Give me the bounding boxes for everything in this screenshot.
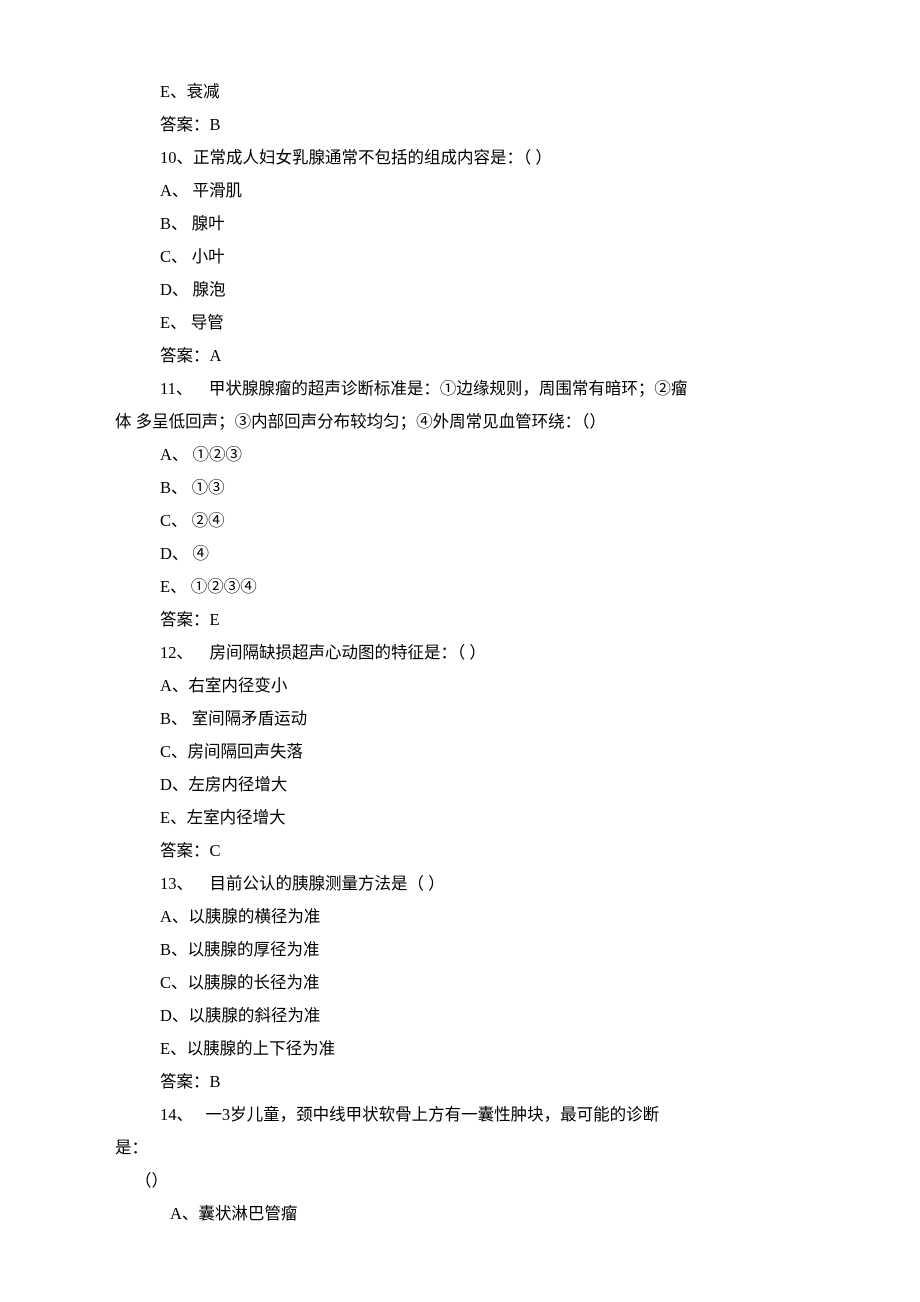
text-line: C、 小叶 (115, 240, 805, 273)
text-line: B、 ①③ (115, 471, 805, 504)
text-line: E、左室内径增大 (115, 801, 805, 834)
text-line: A、以胰腺的横径为准 (115, 900, 805, 933)
text-line: 是： (115, 1131, 805, 1164)
text-line: E、 ①②③④ (115, 570, 805, 603)
text-line: 答案：E (115, 603, 805, 636)
text-line: D、以胰腺的斜径为准 (115, 999, 805, 1032)
text-line: （） (115, 1164, 805, 1197)
document-page: E、衰减答案：B10、正常成人妇女乳腺通常不包括的组成内容是：（ ）A、 平滑肌… (0, 0, 920, 1290)
text-line: 11、 甲状腺腺瘤的超声诊断标准是：①边缘规则，周围常有暗环；②瘤 (115, 372, 805, 405)
text-line: A、右室内径变小 (115, 669, 805, 702)
text-line: 答案：A (115, 339, 805, 372)
text-line: A、 平滑肌 (115, 174, 805, 207)
text-line: B、 室间隔矛盾运动 (115, 702, 805, 735)
text-line: C、房间隔回声失落 (115, 735, 805, 768)
text-line: A、囊状淋巴管瘤 (115, 1197, 805, 1230)
text-line: E、 导管 (115, 306, 805, 339)
text-line: A、 ①②③ (115, 438, 805, 471)
text-line: D、 ④ (115, 537, 805, 570)
text-line: C、以胰腺的长径为准 (115, 966, 805, 999)
text-line: 答案：B (115, 108, 805, 141)
text-line: C、 ②④ (115, 504, 805, 537)
text-line: 体 多呈低回声；③内部回声分布较均匀；④外周常见血管环绕：（） (115, 405, 805, 438)
text-line: B、 腺叶 (115, 207, 805, 240)
text-line: 10、正常成人妇女乳腺通常不包括的组成内容是：（ ） (115, 141, 805, 174)
text-line: 14、 一3岁儿童，颈中线甲状软骨上方有一囊性肿块，最可能的诊断 (115, 1098, 805, 1131)
text-line: D、左房内径增大 (115, 768, 805, 801)
text-line: 答案：C (115, 834, 805, 867)
text-line: B、以胰腺的厚径为准 (115, 933, 805, 966)
text-line: 13、 目前公认的胰腺测量方法是（ ） (115, 867, 805, 900)
text-line: E、衰减 (115, 75, 805, 108)
text-line: E、以胰腺的上下径为准 (115, 1032, 805, 1065)
text-line: 答案：B (115, 1065, 805, 1098)
text-line: 12、 房间隔缺损超声心动图的特征是：（ ） (115, 636, 805, 669)
text-line: D、 腺泡 (115, 273, 805, 306)
